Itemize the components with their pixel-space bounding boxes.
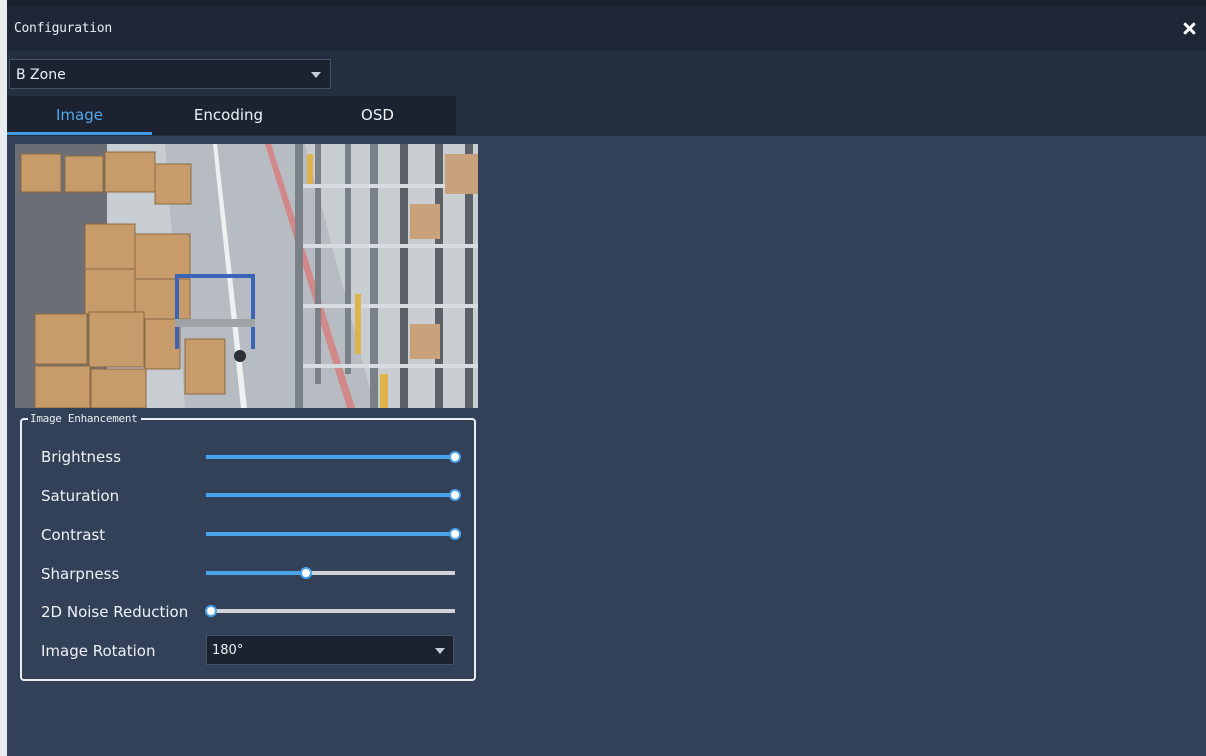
background-strip-top: [0, 0, 1206, 7]
image-enhancement-legend: Image Enhancement: [30, 412, 138, 425]
slider-track: [206, 609, 455, 613]
zone-select[interactable]: B Zone: [9, 59, 331, 89]
sharpness-label: Sharpness: [41, 565, 120, 583]
contrast-label: Contrast: [41, 526, 106, 544]
tab-image-label: Image: [56, 106, 103, 124]
image-rotation-value: 180°: [212, 643, 244, 658]
window-title: Configuration: [14, 21, 112, 36]
slider-fill: [206, 493, 455, 497]
slider-handle[interactable]: [204, 605, 217, 617]
saturation-label: Saturation: [41, 487, 120, 505]
slider-handle[interactable]: [299, 567, 312, 579]
tab-encoding[interactable]: Encoding: [156, 96, 301, 135]
title-bar: Configuration: [7, 7, 1206, 51]
tab-osd-label: OSD: [361, 106, 394, 124]
chevron-down-icon: [311, 72, 321, 78]
slider-fill: [206, 455, 455, 459]
noise-reduction-slider[interactable]: [204, 605, 455, 617]
zone-select-value: B Zone: [16, 67, 66, 83]
slider-fill: [206, 532, 455, 536]
tab-osd[interactable]: OSD: [305, 96, 450, 135]
background-strip-left: [0, 0, 7, 756]
tab-encoding-label: Encoding: [193, 106, 264, 124]
camera-preview: [15, 144, 478, 408]
slider-fill: [206, 571, 306, 575]
contrast-slider[interactable]: [206, 528, 461, 540]
close-icon[interactable]: [1180, 18, 1200, 38]
slider-handle[interactable]: [449, 489, 461, 501]
configuration-window: Configuration B Zone Image Encoding OSD: [7, 7, 1206, 756]
brightness-label: Brightness: [41, 448, 121, 466]
chevron-down-icon: [435, 648, 445, 654]
saturation-slider[interactable]: [206, 489, 461, 501]
tab-image[interactable]: Image: [7, 96, 152, 135]
image-rotation-select[interactable]: 180°: [206, 635, 454, 665]
tab-bar: Image Encoding OSD: [7, 96, 456, 135]
camera-preview-image: [15, 144, 478, 408]
image-rotation-label: Image Rotation: [41, 642, 156, 660]
slider-handle[interactable]: [449, 451, 461, 463]
active-tab-indicator: [7, 132, 152, 135]
sharpness-slider[interactable]: [206, 567, 455, 579]
noise-reduction-label: 2D Noise Reduction: [41, 603, 189, 621]
brightness-slider[interactable]: [206, 451, 461, 463]
slider-handle[interactable]: [449, 528, 461, 540]
